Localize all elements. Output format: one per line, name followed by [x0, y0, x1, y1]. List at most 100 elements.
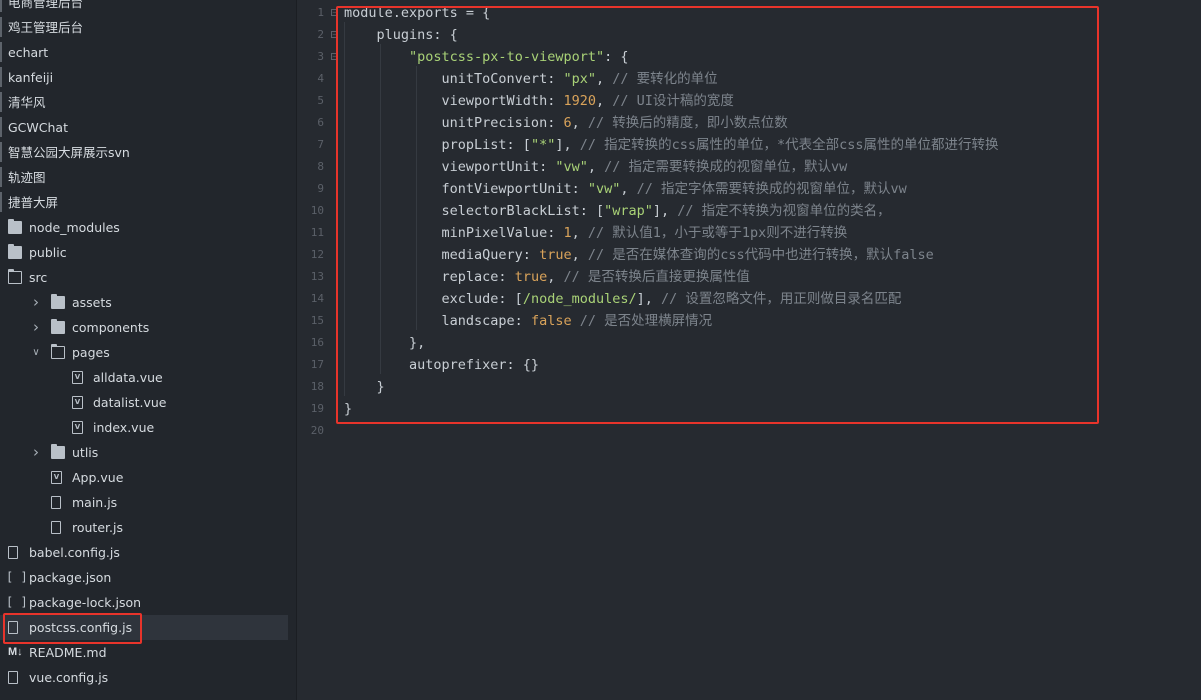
code-token: true	[539, 247, 572, 263]
fold-toggle-icon[interactable]: −	[331, 9, 338, 16]
code-line[interactable]: module.exports = {	[344, 2, 490, 24]
line-number: 6	[317, 116, 324, 129]
tree-item[interactable]: router.js	[0, 515, 288, 540]
code-token: 1920	[563, 93, 596, 109]
tree-item-label: vue.config.js	[29, 670, 109, 685]
code-line[interactable]: plugins: {	[344, 24, 458, 46]
code-line[interactable]: autoprefixer: {}	[344, 354, 539, 376]
tree-item[interactable]: node_modules	[0, 215, 288, 240]
tree-item[interactable]: 鸡王管理后台	[0, 15, 288, 40]
code-token: propList: [	[344, 137, 531, 153]
tree-item[interactable]: [ ] package.json	[0, 565, 288, 590]
code-line[interactable]: exclude: [/node_modules/], // 设置忽略文件，用正则…	[344, 288, 902, 310]
tree-item[interactable]: 智慧公园大屏展示svn	[0, 140, 288, 165]
code-line[interactable]: unitPrecision: 6, // 转换后的精度，即小数点位数	[344, 112, 788, 134]
tree-item[interactable]: echart	[0, 40, 288, 65]
tree-item[interactable]: V App.vue	[0, 465, 288, 490]
code-token: selectorBlackList: [	[344, 203, 605, 219]
tree-item[interactable]: GCWChat	[0, 115, 288, 140]
code-line[interactable]: }	[344, 398, 352, 420]
file-icon	[51, 521, 61, 534]
vue-file-icon: V	[72, 421, 83, 434]
project-marker	[0, 167, 2, 187]
line-number: 13	[310, 270, 324, 283]
code-token: mediaQuery:	[344, 247, 540, 263]
code-line[interactable]: "postcss-px-to-viewport": {	[344, 46, 629, 68]
code-line[interactable]: landscape: false // 是否处理横屏情况	[344, 310, 713, 332]
tree-item[interactable]: › components	[0, 315, 288, 340]
code-token: fontViewportUnit:	[344, 181, 588, 197]
file-icon	[8, 671, 18, 684]
tree-item[interactable]: [ ] package-lock.json	[0, 590, 288, 615]
tree-item[interactable]: ∨ pages	[0, 340, 288, 365]
tree-item-label: 鸡王管理后台	[8, 20, 84, 35]
code-token: "*"	[530, 137, 556, 153]
code-line[interactable]: fontViewportUnit: "vw", // 指定字体需要转换成的视窗单…	[344, 178, 907, 200]
tree-item[interactable]: public	[0, 240, 288, 265]
tree-item[interactable]: main.js	[0, 490, 288, 515]
code-token: module.exports = {	[344, 5, 491, 21]
code-token: autoprefixer: {}	[344, 357, 540, 373]
tree-item[interactable]: 清华风	[0, 90, 288, 115]
chevron-down-icon[interactable]: ∨	[30, 340, 42, 365]
tree-item[interactable]: › utlis	[0, 440, 288, 465]
code-line[interactable]: propList: ["*"], // 指定转换的css属性的单位，*代表全部c…	[344, 134, 999, 156]
project-marker	[0, 17, 2, 37]
code-token: : {	[604, 49, 629, 65]
line-number: 3	[317, 50, 324, 63]
tree-item[interactable]: 轨迹图	[0, 165, 288, 190]
folder-icon	[8, 219, 22, 234]
project-marker	[0, 42, 2, 62]
line-number: 16	[310, 336, 324, 349]
code-token: viewportWidth:	[344, 93, 564, 109]
tree-item-label: components	[72, 320, 150, 335]
tree-item-label: babel.config.js	[29, 545, 120, 560]
code-line[interactable]: },	[344, 332, 425, 354]
code-token: ,	[547, 269, 564, 285]
tree-item-label: postcss.config.js	[29, 620, 133, 635]
code-line[interactable]: unitToConvert: "px", // 要转化的单位	[344, 68, 718, 90]
code-token: ,	[587, 159, 605, 175]
tree-item[interactable]: vue.config.js	[0, 665, 288, 690]
code-line[interactable]: viewportWidth: 1920, // UI设计稿的宽度	[344, 90, 734, 112]
chevron-right-icon[interactable]: ›	[30, 290, 42, 315]
folder-icon	[51, 319, 65, 334]
code-line[interactable]: selectorBlackList: ["wrap"], // 指定不转换为视窗…	[344, 200, 891, 222]
tree-item[interactable]: Valldata.vue	[0, 365, 288, 390]
code-line[interactable]: minPixelValue: 1, // 默认值1，小于或等于1px则不进行转换	[344, 222, 848, 244]
tree-item[interactable]: 捷普大屏	[0, 190, 288, 215]
vue-file-icon: V	[51, 471, 62, 484]
file-icon	[8, 621, 18, 634]
fold-toggle-icon[interactable]: −	[331, 53, 338, 60]
tree-item[interactable]: kanfeiji	[0, 65, 288, 90]
code-line[interactable]: }	[344, 376, 385, 398]
chevron-right-icon[interactable]: ›	[30, 315, 42, 340]
line-number: 5	[317, 94, 324, 107]
code-token: ,	[620, 181, 637, 197]
tree-item[interactable]: src	[0, 265, 288, 290]
tree-item-label: README.md	[29, 645, 107, 660]
tree-item[interactable]: M↓ README.md	[0, 640, 288, 665]
code-line[interactable]: viewportUnit: "vw", // 指定需要转换成的视窗单位，默认vw	[344, 156, 848, 178]
code-token: unitPrecision:	[344, 115, 564, 131]
tree-item[interactable]: Vindex.vue	[0, 415, 288, 440]
code-token: 6	[563, 115, 572, 131]
code-token: // 设置忽略文件，用正则做目录名匹配	[661, 291, 902, 307]
code-line[interactable]: mediaQuery: true, // 是否在媒体查询的css代码中也进行转换…	[344, 244, 934, 266]
tree-item[interactable]: babel.config.js	[0, 540, 288, 565]
fold-toggle-icon[interactable]: −	[331, 31, 338, 38]
tree-item-label: main.js	[72, 495, 118, 510]
line-number: 17	[310, 358, 324, 371]
code-token: ],	[636, 291, 661, 307]
code-editor[interactable]: 1− module.exports = {2− plugins: {3− "pos…	[297, 0, 1201, 700]
tree-item[interactable]: › assets	[0, 290, 288, 315]
code-token: },	[344, 335, 426, 351]
tree-item[interactable]: 电商管理后台	[0, 0, 288, 15]
code-line[interactable]: replace: true, // 是否转换后直接更换属性值	[344, 266, 750, 288]
code-token: ,	[571, 115, 588, 131]
tree-item[interactable]: postcss.config.js	[0, 615, 288, 640]
tree-item[interactable]: Vdatalist.vue	[0, 390, 288, 415]
file-icon	[8, 546, 18, 559]
code-token: "px"	[563, 71, 596, 87]
chevron-right-icon[interactable]: ›	[30, 440, 42, 465]
